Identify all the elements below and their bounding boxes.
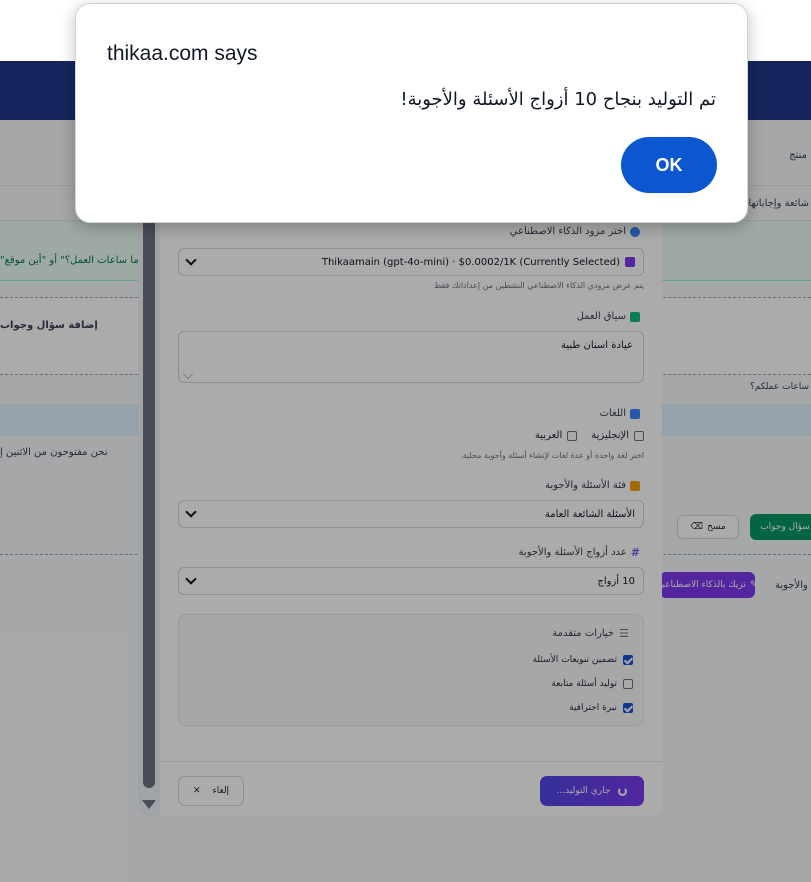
alert-title: thikaa.com says [107, 42, 258, 65]
ok-button[interactable]: OK [621, 137, 717, 193]
browser-alert-dialog: thikaa.com says تم التوليد بنجاح 10 أزوا… [75, 3, 748, 223]
alert-message: تم التوليد بنجاح 10 أزواج الأسئلة والأجو… [400, 89, 716, 110]
